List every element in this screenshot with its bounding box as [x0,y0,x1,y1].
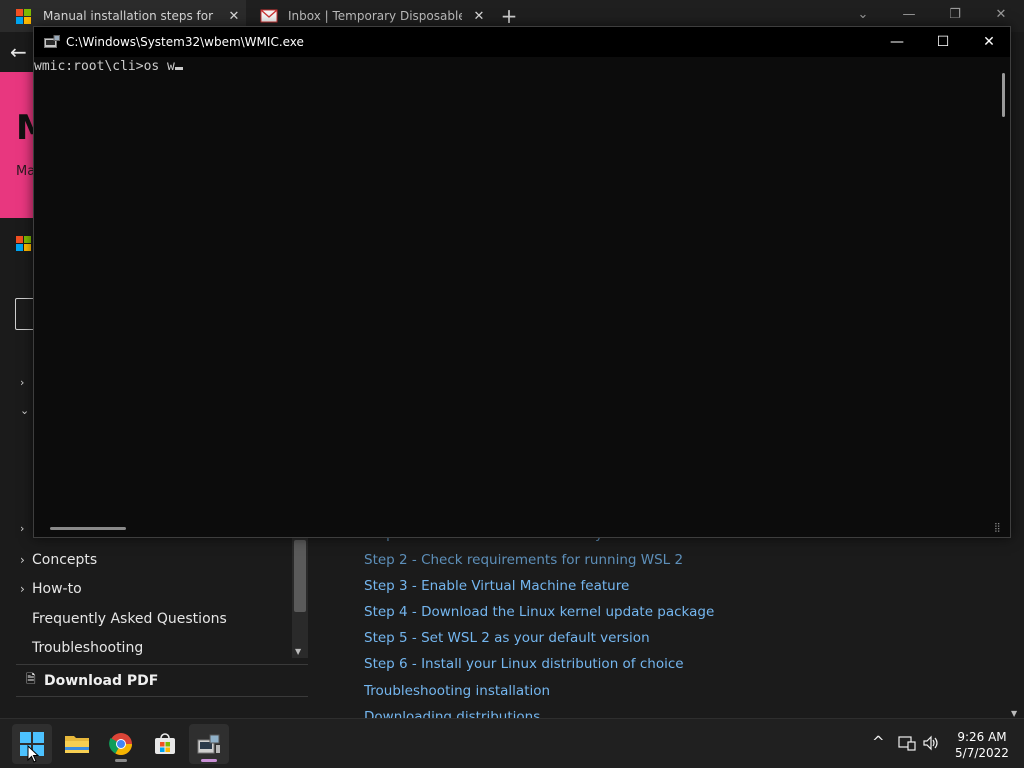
step-link[interactable]: Step 5 - Set WSL 2 as your default versi… [364,630,650,646]
step-link[interactable]: Step 3 - Enable Virtual Machine feature [364,578,629,594]
running-indicator [201,759,217,762]
store-button[interactable] [145,724,185,764]
resize-grip-icon[interactable]: ⣿ [994,523,1001,533]
scrollbar-thumb[interactable] [294,540,306,612]
text-cursor [174,67,183,70]
console-app-icon [44,35,60,48]
chevron-right-icon: › [20,582,25,596]
toc-item-faq[interactable]: Frequently Asked Questions [32,611,227,627]
scroll-down-arrow-icon[interactable]: ▼ [1011,709,1017,718]
file-explorer-icon [65,736,89,753]
mouse-pointer-icon [27,745,39,763]
clock-time: 9:26 AM [957,730,1007,744]
scroll-down-arrow-icon[interactable]: ▼ [295,647,301,656]
network-icon[interactable] [898,735,916,755]
console-close-button[interactable]: ✕ [966,27,1012,57]
chevron-right-icon[interactable]: › [20,522,24,535]
taskbar-clock[interactable]: 9:26 AM 5/7/2022 [942,729,1022,761]
scrollbar-thumb[interactable] [1002,73,1005,117]
download-pdf-label: Download PDF [44,672,159,689]
running-indicator [115,759,127,762]
console-horizontal-scrollbar[interactable] [50,527,126,530]
mail-icon [260,9,278,23]
file-explorer-button[interactable] [57,724,97,764]
step-link[interactable]: Step 2 - Check requirements for running … [364,552,683,568]
download-pdf-link[interactable]: 🗎 Download PDF [16,664,308,697]
toc-item-how-to[interactable]: › How-to [20,581,82,597]
clock-date: 5/7/2022 [955,746,1009,760]
console-output[interactable]: wmic:root\cli>os w [34,57,1000,523]
close-tab-icon[interactable]: ✕ [227,9,241,24]
toc-item-label: Frequently Asked Questions [32,611,227,627]
taskbar: ^ 9:26 AM 5/7/2022 [0,718,1024,768]
tab-title: Inbox | Temporary Disposable Gr [288,9,462,23]
chevron-right-icon: › [20,553,25,567]
toc-item-label: Troubleshooting [32,640,144,656]
toc-item-troubleshooting[interactable]: Troubleshooting [32,640,143,656]
chevron-right-icon[interactable]: › [20,376,24,389]
desktop-screen: Manual installation steps for olde ✕ Inb… [0,0,1024,768]
wmic-taskbar-button[interactable] [189,724,229,764]
console-title: C:\Windows\System32\wbem\WMIC.exe [66,35,304,49]
document-icon: 🗎 [26,672,36,686]
wmic-console-window[interactable]: C:\Windows\System32\wbem\WMIC.exe — ☐ ✕ … [33,26,1011,538]
volume-icon[interactable] [922,735,940,755]
console-vertical-scrollbar[interactable] [1000,73,1010,519]
tab-title: Manual installation steps for olde [43,9,217,23]
close-tab-icon[interactable]: ✕ [472,9,486,24]
toc-item-label: How-to [32,581,82,597]
toc-item-label: Concepts [32,552,98,568]
wmic-icon [197,734,220,754]
microsoft-logo-icon [16,8,31,24]
tray-overflow-chevron-icon[interactable]: ^ [872,733,885,751]
console-titlebar[interactable]: C:\Windows\System32\wbem\WMIC.exe — ☐ ✕ [34,27,1010,57]
chrome-button[interactable] [101,724,141,764]
chrome-icon [109,733,132,755]
toc-item-concepts[interactable]: › Concepts [20,552,97,568]
store-icon [155,733,175,754]
page-scrollbar[interactable]: ▼ [1008,536,1022,718]
console-minimize-button[interactable]: — [874,27,920,57]
step-link[interactable]: Troubleshooting installation [364,683,550,699]
command-line: wmic:root\cli>os w [34,59,175,74]
chevron-down-icon[interactable]: ⌄ [20,404,29,417]
back-arrow-icon[interactable]: ← [10,40,27,64]
microsoft-logo-icon[interactable] [16,236,31,251]
step-link[interactable]: Step 6 - Install your Linux distribution… [364,656,684,672]
console-maximize-button[interactable]: ☐ [920,27,966,57]
new-tab-button[interactable]: + [498,4,520,28]
step-link[interactable]: Step 4 - Download the Linux kernel updat… [364,604,714,620]
toc-scrollbar[interactable]: ▼ [292,538,308,658]
